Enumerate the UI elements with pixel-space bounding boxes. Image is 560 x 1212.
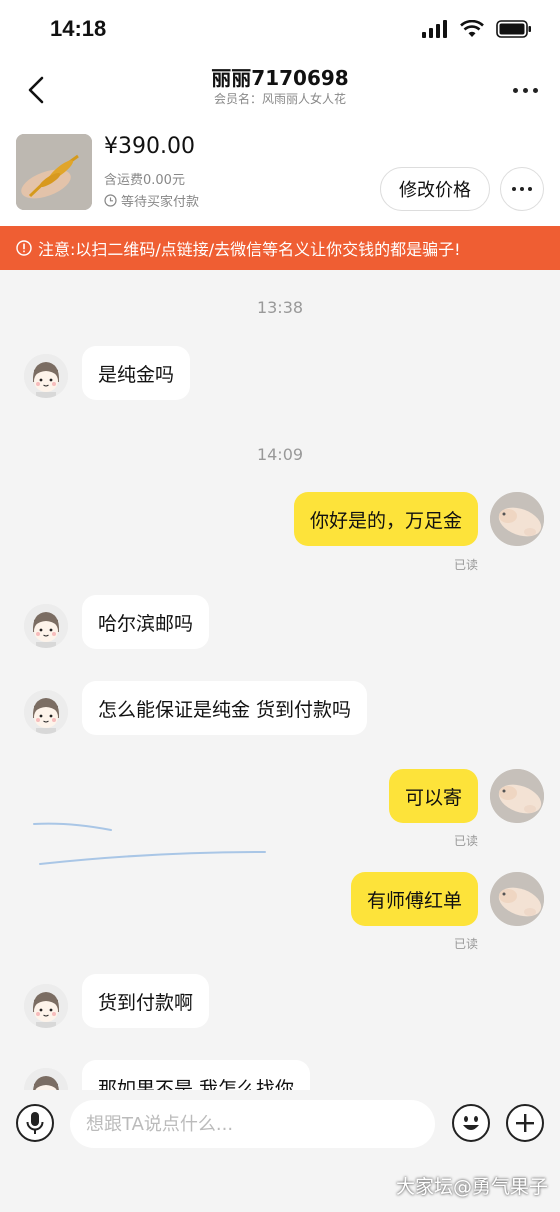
warning-icon — [16, 240, 32, 256]
status-time: 14:18 — [50, 16, 107, 41]
more-options-button[interactable] — [508, 74, 542, 106]
product-shipping: 含运费0.00元 — [104, 173, 185, 188]
cartoon-girl-avatar — [24, 690, 68, 734]
message-bubble-received[interactable]: 货到付款啊 — [82, 974, 210, 1028]
microphone-icon — [26, 1112, 44, 1134]
clock-icon — [104, 194, 117, 207]
buyer-avatar[interactable] — [24, 690, 68, 734]
buyer-avatar[interactable] — [24, 354, 68, 398]
timestamp: 14:09 — [256, 445, 304, 464]
cartoon-girl-avatar — [24, 984, 68, 1028]
voice-button[interactable] — [16, 1104, 54, 1142]
seller-avatar[interactable] — [490, 769, 544, 823]
forum-watermark: 大家坛@勇气果子 — [395, 1176, 548, 1198]
edit-price-button[interactable]: 修改价格 — [380, 167, 490, 211]
cartoon-girl-avatar — [24, 1068, 68, 1090]
product-card: ¥390.00 含运费0.00元 等待买家付款 修改价格 — [0, 120, 560, 226]
read-receipt: 已读 — [453, 558, 478, 572]
card-more-button[interactable] — [500, 167, 544, 211]
member-name: 会员名：风雨丽人女人花 — [213, 92, 346, 106]
seller-avatar[interactable] — [490, 492, 544, 546]
message-input[interactable] — [70, 1100, 435, 1148]
order-status: 等待买家付款 — [104, 191, 199, 210]
signal-icon — [422, 20, 447, 38]
emoji-button[interactable] — [452, 1104, 490, 1142]
message-bubble-sent[interactable]: 可以寄 — [388, 769, 478, 823]
read-receipt: 已读 — [453, 937, 478, 951]
message-bubble-sent[interactable]: 有师傅红单 — [350, 872, 478, 926]
puppy-avatar — [490, 872, 544, 926]
message-bubble-received[interactable]: 怎么能保证是纯金 货到付款吗 — [82, 681, 368, 735]
message-input-bar — [0, 1090, 560, 1162]
order-status-text: 等待买家付款 — [121, 195, 200, 210]
puppy-avatar — [490, 492, 544, 546]
plus-icon — [516, 1114, 534, 1132]
battery-icon — [496, 20, 531, 38]
buyer-avatar[interactable] — [24, 1068, 68, 1090]
timestamp: 13:38 — [256, 298, 304, 317]
chat-title: 丽丽7170698 — [211, 66, 349, 90]
smiley-icon — [463, 1116, 479, 1130]
read-receipt: 已读 — [453, 834, 478, 848]
message-bubble-received[interactable]: 哈尔滨邮吗 — [82, 595, 210, 649]
seller-avatar[interactable] — [490, 872, 544, 926]
cartoon-girl-avatar — [24, 604, 68, 648]
warning-text: 注意:以扫二维码/点链接/去微信等名义让你交钱的都是骗子! — [38, 240, 461, 259]
add-attachment-button[interactable] — [506, 1104, 544, 1142]
cartoon-girl-avatar — [24, 354, 68, 398]
nav-bar: 丽丽7170698 会员名：风雨丽人女人花 — [0, 60, 560, 120]
status-icons — [422, 20, 532, 38]
status-bar: 14:18 — [0, 0, 560, 60]
product-price: ¥390.00 — [104, 134, 195, 159]
product-thumbnail[interactable] — [16, 134, 92, 210]
buyer-avatar[interactable] — [24, 984, 68, 1028]
scam-warning-banner: 注意:以扫二维码/点链接/去微信等名义让你交钱的都是骗子! — [0, 226, 560, 270]
puppy-avatar — [490, 769, 544, 823]
message-bubble-received[interactable]: 那如果不是 我怎么找你 — [82, 1060, 311, 1090]
message-bubble-received[interactable]: 是纯金吗 — [82, 346, 191, 400]
product-image — [16, 134, 92, 210]
message-bubble-sent[interactable]: 你好是的，万足金 — [293, 492, 478, 546]
wifi-icon — [460, 20, 484, 37]
chat-message-list[interactable]: 13:38 是纯金吗 14:09 你好是的，万足金 已读 哈尔滨邮吗 怎么能保证… — [0, 270, 560, 1090]
buyer-avatar[interactable] — [24, 604, 68, 648]
